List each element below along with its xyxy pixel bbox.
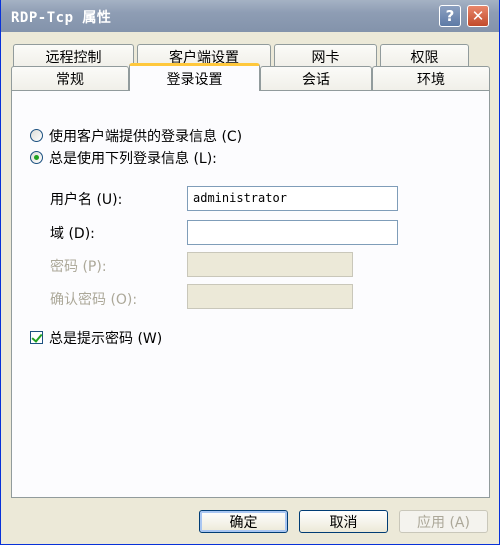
ok-button[interactable]: 确定 <box>199 510 288 533</box>
logon-settings-panel: 使用客户端提供的登录信息 (C) 总是使用下列登录信息 (L): 用户名 (U)… <box>11 90 490 498</box>
title-bar[interactable]: RDP-Tcp 属性 ? ✕ <box>1 0 499 32</box>
close-icon: ✕ <box>471 7 485 25</box>
domain-input[interactable] <box>187 220 398 245</box>
tab-remote-control[interactable]: 远程控制 <box>13 44 134 68</box>
username-input[interactable]: administrator <box>187 186 398 211</box>
username-label: 用户名 (U): <box>50 192 123 208</box>
close-button[interactable]: ✕ <box>467 5 489 27</box>
tab-environment[interactable]: 环境 <box>372 66 490 91</box>
tab-logon-settings[interactable]: 登录设置 <box>129 63 260 91</box>
confirm-password-label: 确认密码 (O): <box>50 292 138 308</box>
prompt-password-label[interactable]: 总是提示密码 (W) <box>49 328 162 348</box>
confirm-password-input <box>187 284 353 309</box>
prompt-password-checkbox[interactable] <box>30 331 43 344</box>
domain-label: 域 (D): <box>50 226 95 242</box>
help-button[interactable]: ? <box>439 5 461 27</box>
window-title: RDP-Tcp 属性 <box>11 10 112 26</box>
apply-button: 应用 (A) <box>399 510 488 533</box>
tab-network-adapter[interactable]: 网卡 <box>274 44 377 68</box>
radio-always-logon-label[interactable]: 总是使用下列登录信息 (L): <box>49 148 217 168</box>
checkmark-icon <box>31 331 43 343</box>
radio-client-logon-label[interactable]: 使用客户端提供的登录信息 (C) <box>49 126 242 146</box>
radio-client-logon[interactable] <box>30 129 43 142</box>
password-label: 密码 (P): <box>50 259 107 275</box>
radio-selected-dot <box>34 155 39 160</box>
properties-dialog: RDP-Tcp 属性 ? ✕ 远程控制 客户端设置 网卡 权限 常规 登录设置 … <box>0 0 500 545</box>
tab-general[interactable]: 常规 <box>11 66 129 91</box>
tab-permissions[interactable]: 权限 <box>380 44 469 68</box>
radio-always-logon[interactable] <box>30 151 43 164</box>
cancel-button[interactable]: 取消 <box>299 510 388 533</box>
password-input <box>187 252 353 277</box>
tab-sessions[interactable]: 会话 <box>260 66 372 91</box>
question-mark-icon: ? <box>445 7 455 25</box>
